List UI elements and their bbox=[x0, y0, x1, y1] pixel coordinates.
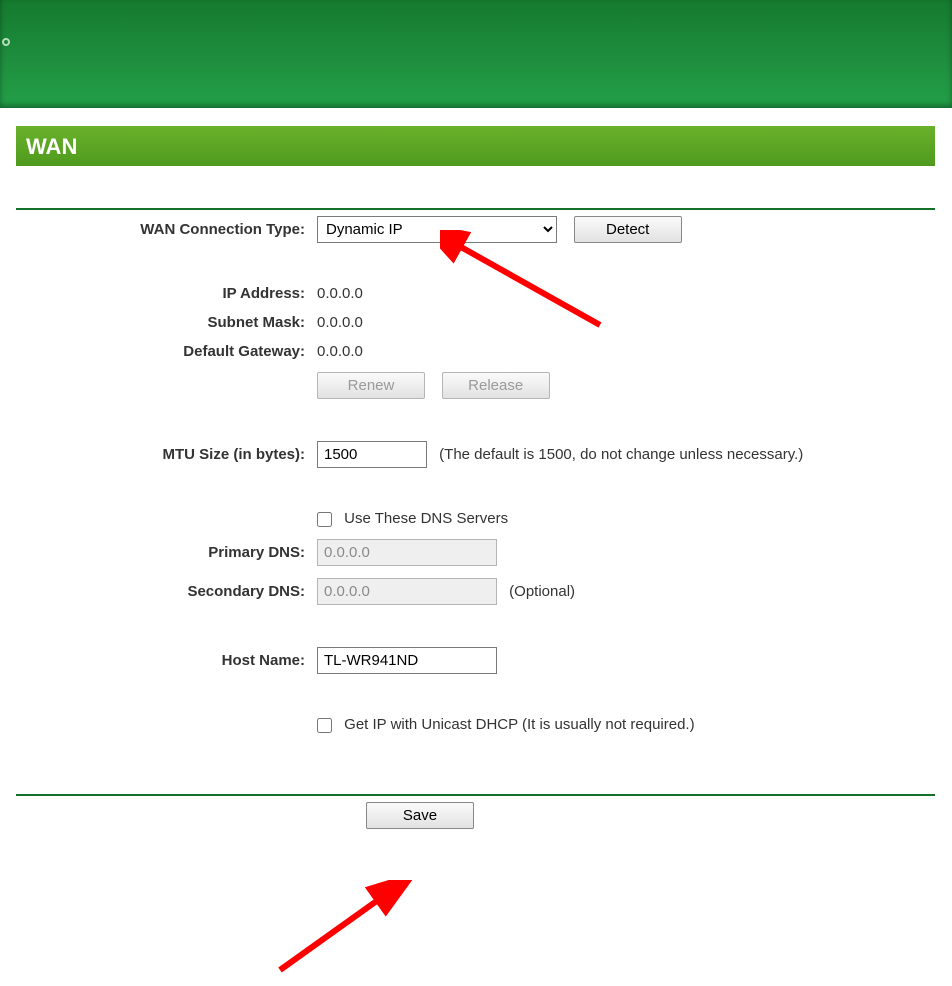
label-secondary-dns: Secondary DNS: bbox=[16, 572, 311, 611]
section-title: WAN bbox=[26, 134, 77, 160]
value-default-gateway: 0.0.0.0 bbox=[311, 337, 935, 366]
primary-dns-input[interactable] bbox=[317, 539, 497, 566]
use-dns-label: Use These DNS Servers bbox=[344, 510, 508, 527]
detect-button[interactable]: Detect bbox=[574, 216, 682, 243]
connection-type-select[interactable]: Dynamic IP bbox=[317, 216, 557, 243]
label-subnet-mask: Subnet Mask: bbox=[16, 308, 311, 337]
annotation-arrow-2 bbox=[270, 880, 420, 980]
use-dns-checkbox[interactable] bbox=[317, 512, 332, 527]
label-ip-address: IP Address: bbox=[16, 279, 311, 308]
value-ip-address: 0.0.0.0 bbox=[311, 279, 935, 308]
label-host-name: Host Name: bbox=[16, 641, 311, 680]
top-banner bbox=[0, 0, 952, 108]
label-connection-type: WAN Connection Type: bbox=[16, 210, 311, 249]
secondary-dns-optional: (Optional) bbox=[501, 583, 575, 600]
host-name-input[interactable] bbox=[317, 647, 497, 674]
label-primary-dns: Primary DNS: bbox=[16, 533, 311, 572]
save-button[interactable]: Save bbox=[366, 802, 474, 829]
mtu-input[interactable] bbox=[317, 441, 427, 468]
section-header: WAN bbox=[16, 126, 935, 166]
unicast-dhcp-checkbox[interactable] bbox=[317, 718, 332, 733]
secondary-dns-input[interactable] bbox=[317, 578, 497, 605]
renew-button[interactable]: Renew bbox=[317, 372, 425, 399]
unicast-dhcp-label: Get IP with Unicast DHCP (It is usually … bbox=[344, 716, 694, 733]
label-mtu: MTU Size (in bytes): bbox=[16, 435, 311, 474]
mtu-hint: (The default is 1500, do not change unle… bbox=[431, 446, 803, 463]
release-button[interactable]: Release bbox=[442, 372, 550, 399]
value-subnet-mask: 0.0.0.0 bbox=[311, 308, 935, 337]
label-default-gateway: Default Gateway: bbox=[16, 337, 311, 366]
wan-settings-panel: WAN WAN Connection Type: Dynamic IP Dete… bbox=[0, 108, 935, 835]
